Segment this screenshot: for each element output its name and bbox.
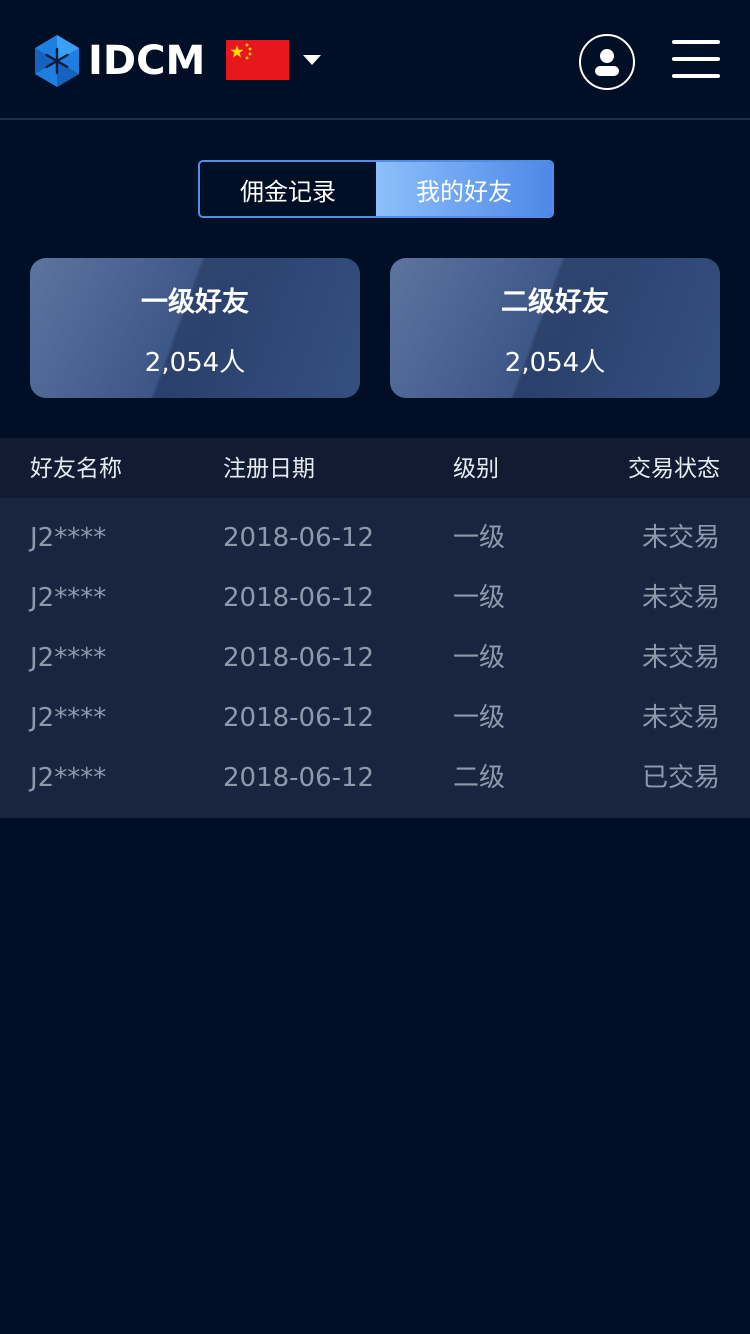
tab-commission-records[interactable]: 佣金记录 bbox=[200, 162, 376, 216]
register-date: 2018-06-12 bbox=[223, 703, 375, 733]
friend-level: 一级 bbox=[453, 703, 506, 733]
tab-my-friends[interactable]: 我的好友 bbox=[376, 162, 552, 216]
tab-switcher: 佣金记录 我的好友 bbox=[198, 160, 554, 218]
table-body: J2**** 2018-06-12 一级 未交易 J2**** 2018-06-… bbox=[0, 498, 750, 818]
friend-stats: 一级好友 2,054人 二级好友 2,054人 bbox=[30, 258, 720, 398]
friend-name: J2**** bbox=[30, 523, 107, 553]
table-row: J2**** 2018-06-12 一级 未交易 bbox=[0, 508, 750, 568]
column-header-name: 好友名称 bbox=[30, 456, 122, 482]
table-header: 好友名称 注册日期 级别 交易状态 bbox=[0, 438, 750, 498]
friend-level: 一级 bbox=[453, 583, 506, 613]
table-row: J2**** 2018-06-12 一级 未交易 bbox=[0, 688, 750, 748]
user-account-icon[interactable] bbox=[579, 34, 635, 90]
column-header-status: 交易状态 bbox=[628, 456, 720, 482]
china-flag-icon[interactable] bbox=[226, 40, 289, 80]
column-header-date: 注册日期 bbox=[223, 456, 315, 482]
card-count: 2,054人 bbox=[504, 348, 606, 378]
friend-name: J2**** bbox=[30, 703, 107, 733]
table-row: J2**** 2018-06-12 二级 已交易 bbox=[0, 748, 750, 808]
friend-name: J2**** bbox=[30, 643, 107, 673]
card-title: 一级好友 bbox=[141, 287, 249, 318]
hamburger-menu-icon[interactable] bbox=[672, 40, 720, 80]
trade-status: 未交易 bbox=[641, 583, 720, 613]
friend-name: J2**** bbox=[30, 583, 107, 613]
card-title: 二级好友 bbox=[501, 287, 609, 318]
column-header-level: 级别 bbox=[453, 456, 499, 482]
friends-table: 好友名称 注册日期 级别 交易状态 J2**** 2018-06-12 一级 未… bbox=[0, 438, 750, 818]
hexagon-logo-icon bbox=[35, 35, 79, 87]
logo-wordmark: IDCM bbox=[88, 38, 206, 84]
friend-name: J2**** bbox=[30, 763, 107, 793]
trade-status: 未交易 bbox=[641, 523, 720, 553]
table-row: J2**** 2018-06-12 一级 未交易 bbox=[0, 628, 750, 688]
register-date: 2018-06-12 bbox=[223, 523, 375, 553]
friend-level: 一级 bbox=[453, 523, 506, 553]
friend-level: 一级 bbox=[453, 643, 506, 673]
friend-level: 二级 bbox=[453, 763, 506, 793]
trade-status: 已交易 bbox=[641, 763, 720, 793]
level1-friends-card: 一级好友 2,054人 bbox=[30, 258, 360, 398]
idcm-logo[interactable]: IDCM bbox=[33, 34, 205, 88]
level2-friends-card: 二级好友 2,054人 bbox=[390, 258, 720, 398]
table-row: J2**** 2018-06-12 一级 未交易 bbox=[0, 568, 750, 628]
register-date: 2018-06-12 bbox=[223, 643, 375, 673]
card-count: 2,054人 bbox=[144, 348, 246, 378]
register-date: 2018-06-12 bbox=[223, 583, 375, 613]
trade-status: 未交易 bbox=[641, 703, 720, 733]
register-date: 2018-06-12 bbox=[223, 763, 375, 793]
top-nav-bar: IDCM bbox=[0, 0, 750, 120]
chevron-down-icon[interactable] bbox=[303, 55, 321, 65]
trade-status: 未交易 bbox=[641, 643, 720, 673]
